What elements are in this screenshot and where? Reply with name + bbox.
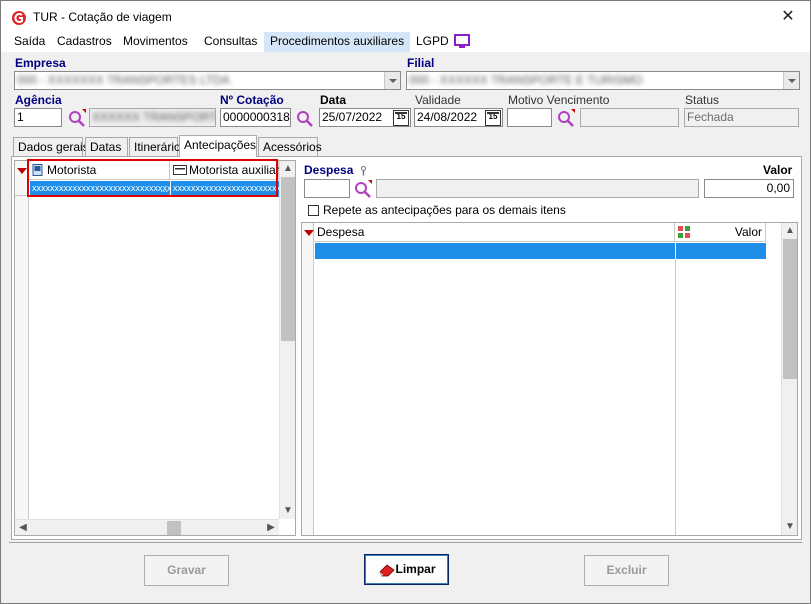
monitor-icon[interactable] [454,34,470,49]
validade-input[interactable]: 24/08/2022 15 [414,108,503,127]
eraser-icon [379,564,395,577]
column-divider [675,259,676,535]
agencia-input[interactable]: 1 [14,108,62,127]
tab-dados-gerais[interactable]: Dados gerais [13,137,89,157]
calendar-icon[interactable]: 15 [485,110,501,126]
validade-label: Validade [415,93,461,107]
agencia-name-field: XXXXXX TRANSPORTE [89,108,216,127]
sort-columns-icon [678,226,690,238]
scroll-thumb[interactable] [783,239,797,379]
menu-bar: Saída Cadastros Movimentos Consultas Pro… [1,32,810,52]
close-icon[interactable]: ✕ [778,7,798,27]
excluir-button[interactable]: Excluir [584,555,669,586]
cotacao-label: Nº Cotação [220,93,284,107]
data-input[interactable]: 25/07/2022 15 [319,108,411,127]
title-bar: TUR - Cotação de viagem ✕ [1,1,810,32]
sort-indicator-icon [304,230,314,236]
motivo-input[interactable] [507,108,552,127]
window-title: TUR - Cotação de viagem [33,10,172,24]
tab-acessorios[interactable]: Acessórios [258,137,322,157]
empresa-combo[interactable]: 000 - XXXXXXX TRANSPORTES LTDA [14,71,401,90]
main-window: TUR - Cotação de viagem ✕ Saída Cadastro… [0,0,811,604]
empresa-label: Empresa [15,56,66,70]
menu-saida[interactable]: Saída [8,32,51,52]
filial-label: Filial [407,56,435,70]
menu-consultas[interactable]: Consultas [198,32,263,52]
despesa-desc-field [376,179,699,198]
scroll-thumb[interactable] [281,177,295,341]
status-label: Status [685,93,720,107]
empresa-value: 000 - XXXXXXX TRANSPORTES LTDA [17,73,230,87]
data-label: Data [320,93,347,107]
valor-input[interactable]: 0,00 [704,179,794,198]
column-header-valor-label: Valor [734,225,762,239]
valor-label: Valor [763,163,793,177]
motoristas-grid[interactable]: Motorista Motorista auxiliar xxxxxxxxxxx… [14,160,296,536]
menu-movimentos[interactable]: Movimentos [117,32,194,52]
despesas-grid[interactable]: Despesa Valor ▲ ▼ [301,222,798,536]
search-icon[interactable] [353,179,373,199]
sort-indicator-icon [17,168,27,174]
menu-lgpd[interactable]: LGPD [410,32,455,52]
column-header-valor[interactable]: Valor [675,223,766,242]
limpar-label: Limpar [395,562,436,576]
tab-itinerario[interactable]: Itinerário [129,137,181,157]
row-indicator-column [302,223,314,535]
highlight-box [27,159,278,197]
key-icon [361,166,366,176]
cotacao-input[interactable]: 0000000318 [220,108,291,127]
agencia-label: Agência [15,93,62,107]
gravar-button[interactable]: Gravar [144,555,229,586]
agencia-name: XXXXXX TRANSPORTE [92,110,216,124]
scroll-down-icon[interactable]: ▼ [782,519,797,535]
motivo-label: Motivo Vencimento [508,93,610,107]
menu-procedimentos-auxiliares[interactable]: Procedimentos auxiliares [264,32,411,52]
validade-value: 24/08/2022 [417,110,478,124]
app-logo-icon [12,11,26,25]
search-icon[interactable] [67,108,87,128]
scroll-left-icon[interactable]: ◀ [15,520,31,535]
search-icon[interactable] [556,108,576,128]
search-icon[interactable] [295,108,315,128]
limpar-button[interactable]: Limpar [364,554,449,585]
table-cell-despesa[interactable] [315,243,675,259]
table-cell-valor[interactable] [676,243,766,259]
despesa-label: Despesa [304,163,354,177]
data-value: 25/07/2022 [322,110,383,124]
filial-value: 000 - XXXXXX TRANSPORTE E TURISMO [409,73,643,87]
antecipacoes-page: Motorista Motorista auxiliar xxxxxxxxxxx… [11,156,802,540]
footer-divider [9,542,802,543]
vertical-scrollbar[interactable]: ▲ ▼ [279,161,295,519]
calendar-icon[interactable]: 15 [393,110,409,126]
horizontal-scrollbar[interactable]: ◀ ▶ [15,519,279,535]
column-header-despesa[interactable]: Despesa [314,223,675,242]
status-field: Fechada [684,108,799,127]
motivo-desc-field [580,108,679,127]
filial-combo[interactable]: 000 - XXXXXX TRANSPORTE E TURISMO [406,71,800,90]
tab-antecipacoes[interactable]: Antecipações [179,135,257,157]
tab-datas[interactable]: Datas [85,137,128,157]
despesa-input[interactable] [304,179,350,198]
menu-cadastros[interactable]: Cadastros [51,32,118,52]
scroll-up-icon[interactable]: ▲ [280,161,295,177]
scroll-up-icon[interactable]: ▲ [782,223,797,239]
scroll-down-icon[interactable]: ▼ [280,503,295,519]
vertical-scrollbar[interactable]: ▲ ▼ [781,223,797,535]
repete-label: Repete as antecipações para os demais it… [323,203,566,217]
scroll-thumb[interactable] [167,521,181,535]
repete-checkbox[interactable] [308,205,319,216]
scroll-right-icon[interactable]: ▶ [263,520,279,535]
chevron-down-icon[interactable] [384,72,400,89]
row-indicator-column [15,161,29,535]
chevron-down-icon[interactable] [783,72,799,89]
